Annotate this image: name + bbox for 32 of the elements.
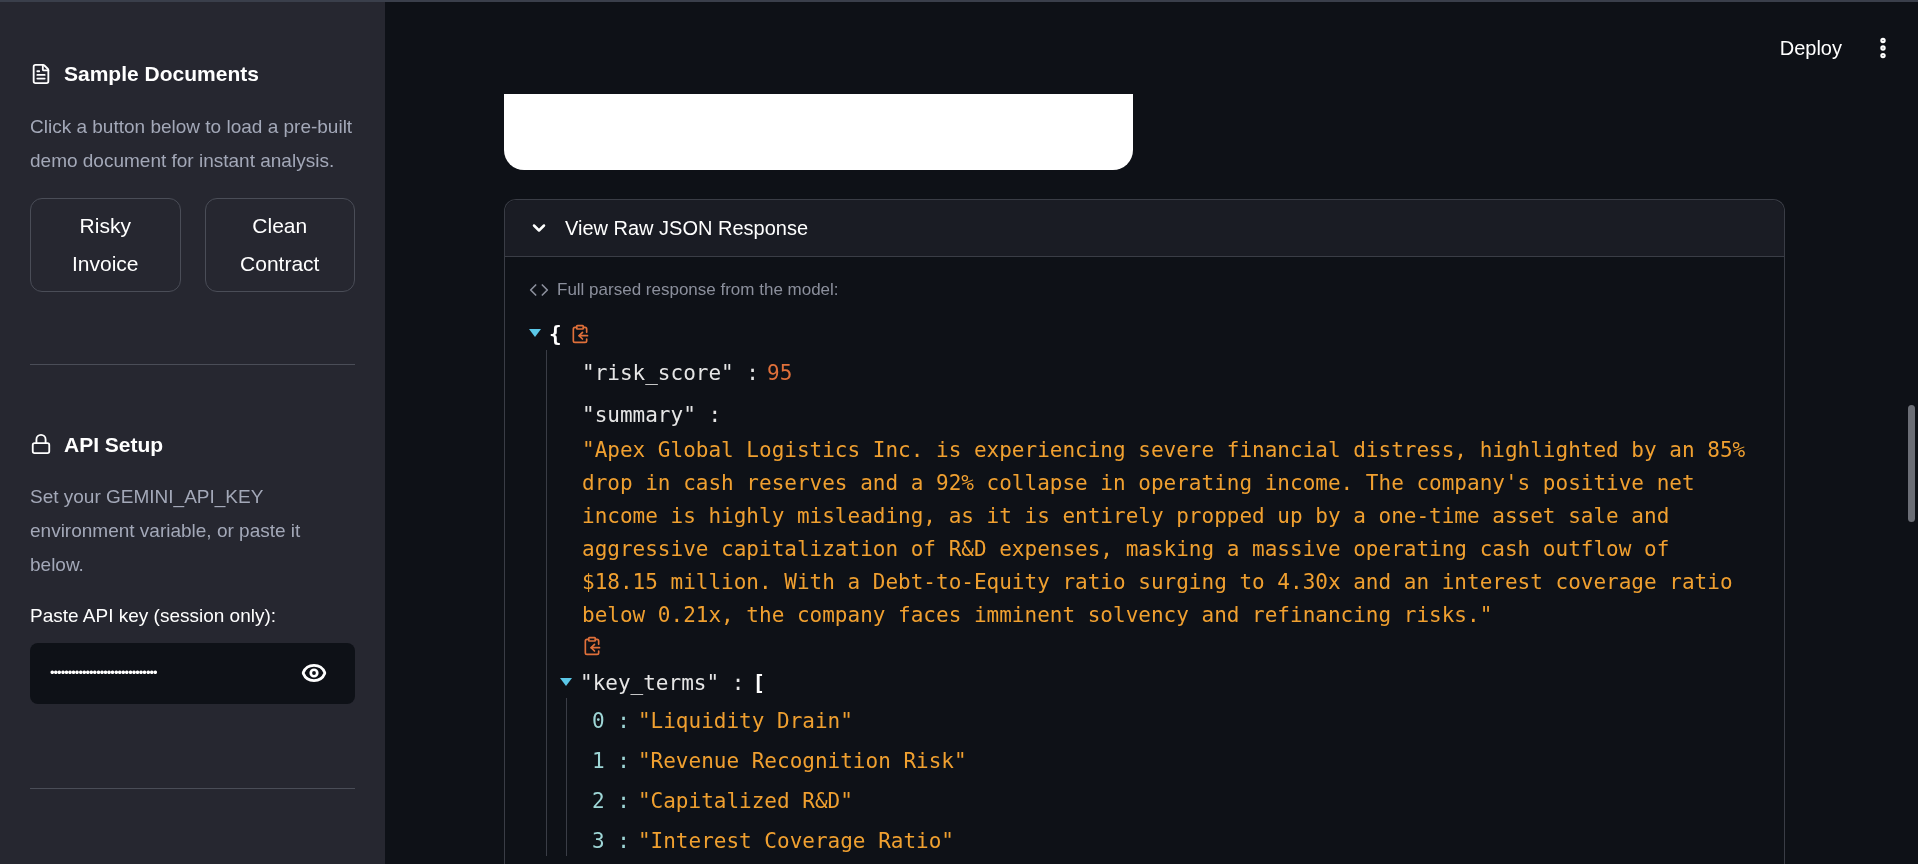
scrollbar-thumb[interactable] — [1908, 405, 1915, 522]
sample-button[interactable]: Risky Invoice — [30, 197, 181, 292]
deploy-button[interactable]: Deploy — [1779, 33, 1842, 63]
expander-header[interactable]: View Raw JSON Response — [505, 200, 1784, 257]
json-string: "Apex Global Logistics Inc. is experiencing severe financial distress, highlighted by an 85% drop in cash reserves and a 92% collapse in operating income. The company's positive net income is highly misleading, as it is entirely propped up by a one-time asset sale and aggressive capitalization of R&D expenses, masking a massive operating cash outflow of $18.15 million. With a Debt-to-Equity ratio surging to 4.30x and an interest coverage ratio below 0.21x, the company faces imminent solvency and refinancing risks." — [582, 437, 1747, 629]
clipboard-copy-icon[interactable] — [582, 636, 602, 656]
json-key: "summary" : — [582, 400, 1760, 430]
masked-value: •••••••••••••••••••••••••••••• — [50, 664, 157, 683]
json-bracket: [ — [752, 670, 766, 697]
section-title: API Setup — [64, 431, 164, 458]
password-field[interactable]: •••••••••••••••••••••••••••••• — [30, 642, 355, 704]
expanded-triangle-icon[interactable] — [560, 678, 572, 688]
json-key: "key_terms" : — [580, 668, 745, 698]
json-string: "Revenue Recognition Risk" — [637, 748, 967, 775]
json-string: "Liquidity Drain" — [637, 708, 853, 735]
json-key: "risk_score" : — [582, 358, 759, 388]
section-title: Sample Documents — [64, 61, 259, 87]
section-description: Click a button below to load a pre-built demo document for instant analysis. — [30, 114, 354, 173]
section-description: Set your GEMINI_API_KEY environment variable, or paste it below. — [30, 485, 302, 577]
caption: Full parsed response from the model: — [557, 279, 839, 301]
json-number: 95 — [767, 360, 793, 387]
array-index: 0 : — [592, 708, 630, 735]
array-index: 3 : — [592, 828, 630, 855]
document-icon — [30, 62, 52, 85]
array-index: 1 : — [592, 748, 630, 775]
field-label: Paste API key (session only): — [30, 604, 278, 628]
lock-icon — [30, 433, 52, 456]
array-index: 2 : — [592, 788, 630, 815]
json-string: "Capitalized R&D" — [637, 788, 853, 815]
json-string: "Interest Coverage Ratio" — [637, 828, 954, 855]
json-brace: { — [549, 320, 562, 348]
sample-button[interactable]: Clean Contract — [204, 197, 355, 292]
